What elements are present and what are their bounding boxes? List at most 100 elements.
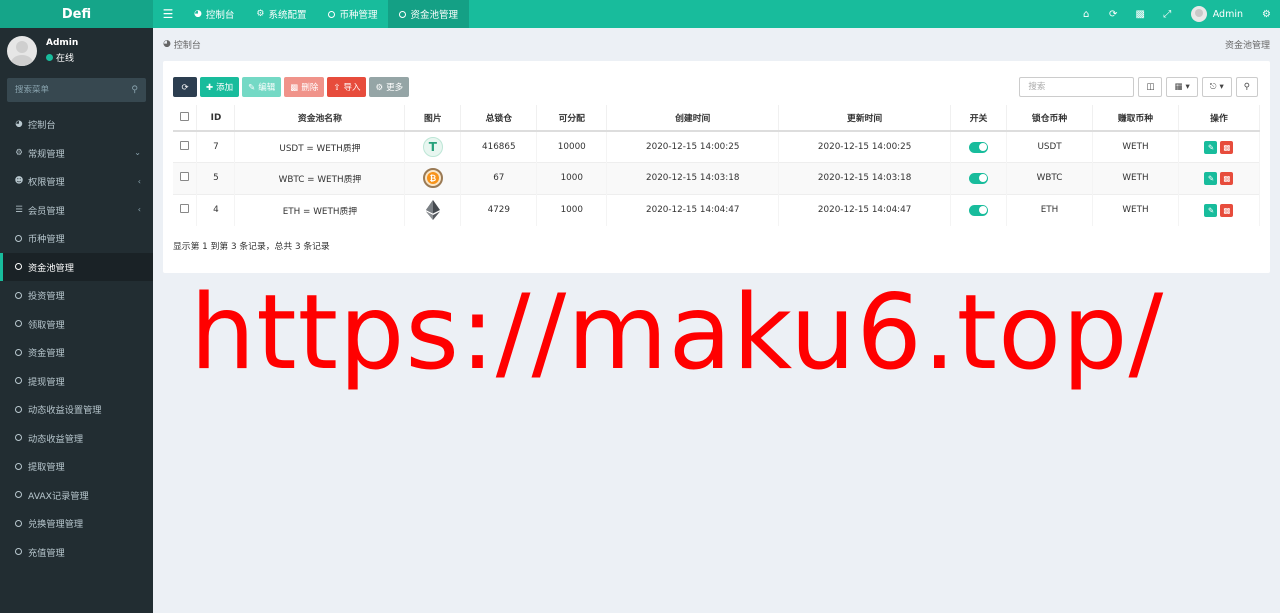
refresh-button[interactable]: ⟳ [173, 77, 197, 97]
sidebar-item-dashboard[interactable]: ◕ 控制台 [0, 110, 153, 139]
table-row[interactable]: 5 WBTC = WETH质押 ₿ 67 1000 2020-12-15 14:… [173, 162, 1261, 194]
top-right-tools: ⌂ ⟳ ▩ ⤢ Admin ⚙ [1073, 0, 1280, 28]
sidebar-item-recharge[interactable]: 充值管理 [0, 538, 153, 567]
delete-row-button[interactable]: ▩ [1220, 203, 1234, 217]
row-checkbox[interactable] [180, 141, 190, 150]
table-row[interactable]: 4 ETH = WETH质押 4729 1000 2020-12-15 14:0… [173, 193, 1261, 226]
sidebar-item-claims[interactable]: 领取管理 [0, 310, 153, 339]
tab-dashboard[interactable]: ◕ 控制台 [183, 0, 245, 28]
column-header[interactable]: 资金池名称 [234, 105, 406, 132]
cell-total: 416865 [460, 130, 538, 163]
sidebar-item-dynamic-settings[interactable]: 动态收益设置管理 [0, 395, 153, 424]
delete-row-button[interactable]: ▩ [1220, 171, 1234, 185]
status-toggle[interactable] [969, 141, 989, 153]
row-select-cell [173, 193, 198, 226]
column-header[interactable]: 可分配 [536, 105, 608, 132]
settings-icon[interactable]: ⚙ [1253, 0, 1280, 28]
cell-actions: ✎ ▩ [1178, 193, 1261, 226]
edit-button[interactable]: ✎ 编辑 [242, 77, 282, 97]
refresh-icon[interactable]: ⟳ [1100, 0, 1127, 28]
sidebar-item-withdrawals[interactable]: 提现管理 [0, 367, 153, 396]
status-toggle[interactable] [969, 172, 989, 184]
cell-updated: 2020-12-15 14:04:47 [778, 193, 952, 226]
cell-created: 2020-12-15 14:03:18 [606, 162, 780, 194]
row-checkbox[interactable] [180, 172, 190, 182]
table-tools: ◫ ▦▾ ⎋▾ ⚲ [1019, 77, 1258, 97]
sidebar-item-dynamic-income[interactable]: 动态收益管理 [0, 424, 153, 453]
home-icon[interactable]: ⌂ [1073, 0, 1100, 28]
sidebar-item-permissions[interactable]: ☻ 权限管理 ‹ [0, 167, 153, 196]
trash-icon[interactable]: ▩ [1127, 0, 1154, 28]
column-header[interactable]: 开关 [950, 105, 1008, 132]
cell-lock-coin: WBTC [1006, 162, 1093, 194]
circle-icon [15, 434, 22, 442]
sidebar-item-exchange[interactable]: 兑换管理管理 [0, 509, 153, 538]
status-toggle[interactable] [969, 204, 989, 216]
sidebar-item-label: 动态收益设置管理 [28, 405, 102, 417]
column-header[interactable]: 赚取币种 [1092, 105, 1179, 132]
table-search-input[interactable] [1019, 77, 1135, 97]
search-icon[interactable]: ⚲ [131, 85, 138, 95]
edit-row-button[interactable]: ✎ [1204, 171, 1218, 185]
sidebar-item-general[interactable]: ⚙ 常规管理 ⌄ [0, 139, 153, 168]
app-logo[interactable]: Defi [0, 0, 153, 28]
column-header[interactable]: 更新时间 [778, 105, 952, 132]
sidebar-item-pools[interactable]: 资金池管理 [0, 252, 153, 281]
usdt-coin-icon[interactable]: T [422, 137, 443, 157]
sidebar-item-extract[interactable]: 提取管理 [0, 452, 153, 481]
tab-system-config[interactable]: ⚙ 系统配置 [245, 0, 317, 28]
menu-search-input[interactable] [15, 85, 132, 95]
import-button[interactable]: ⇧ 导入 [327, 77, 367, 97]
column-header[interactable]: 图片 [404, 105, 462, 132]
more-button[interactable]: ⚙ 更多 [369, 77, 410, 97]
tab-pool-management[interactable]: 资金池管理 [388, 0, 469, 28]
select-all-checkbox[interactable] [180, 111, 190, 121]
advanced-search-button[interactable]: ⚲ [1235, 77, 1258, 97]
eth-coin-icon[interactable] [425, 200, 440, 220]
circle-icon [15, 348, 22, 356]
edit-label: 编辑 [258, 82, 276, 92]
grid-icon: ▦ [1174, 82, 1183, 92]
fullscreen-icon[interactable]: ⤢ [1154, 0, 1181, 28]
delete-button[interactable]: ▩ 删除 [284, 77, 325, 97]
columns-dropdown[interactable]: ▦ ▾ [1166, 77, 1198, 97]
column-header[interactable]: 锁仓币种 [1006, 105, 1093, 132]
delete-row-button[interactable]: ▩ [1220, 140, 1234, 154]
row-select-cell [173, 162, 198, 194]
breadcrumb-home[interactable]: 控制台 [174, 38, 201, 51]
sidebar-item-label: 领取管理 [28, 319, 65, 331]
columns-icon: ◫ [1146, 82, 1155, 92]
edit-row-button[interactable]: ✎ [1204, 203, 1218, 217]
column-header[interactable]: 创建时间 [606, 105, 780, 132]
user-status: 在线 [46, 51, 78, 64]
toggle-view-button[interactable]: ◫ [1138, 77, 1163, 97]
column-header[interactable]: ID [196, 105, 236, 132]
watermark-url: https://maku6.top/ [190, 273, 1165, 393]
menu-toggle-icon[interactable]: ☰ [153, 0, 183, 28]
btc-symbol: ₿ [426, 172, 439, 185]
sidebar-item-label: 兑换管理管理 [28, 519, 84, 531]
user-menu[interactable]: Admin [1181, 0, 1253, 28]
cogs-icon: ⚙ [15, 147, 23, 158]
export-dropdown[interactable]: ⎋ ▾ [1201, 77, 1232, 97]
top-tabs: ☰ ◕ 控制台 ⚙ 系统配置 币种管理 资金池管理 [153, 0, 469, 28]
btc-coin-icon[interactable]: ₿ [422, 168, 443, 189]
cell-alloc: 1000 [536, 162, 608, 194]
sidebar-item-coins[interactable]: 币种管理 [0, 224, 153, 253]
sidebar-item-funds[interactable]: 资金管理 [0, 338, 153, 367]
column-header[interactable]: 总锁仓 [460, 105, 538, 132]
add-button[interactable]: ✚ 添加 [200, 77, 240, 97]
circle-icon [15, 519, 22, 527]
tab-coin-management[interactable]: 币种管理 [317, 0, 388, 28]
sidebar-item-members[interactable]: ☰ 会员管理 ‹ [0, 196, 153, 225]
export-icon: ⎋ [1209, 82, 1217, 92]
row-checkbox[interactable] [180, 204, 190, 213]
breadcrumb-current: 资金池管理 [1224, 40, 1270, 51]
sidebar-item-avax[interactable]: AVAX记录管理 [0, 481, 153, 510]
cell-image: ₿ [404, 162, 462, 194]
edit-row-button[interactable]: ✎ [1204, 140, 1218, 154]
table-row[interactable]: 7 USDT = WETH质押 T 416865 10000 2020-12-1… [173, 130, 1261, 163]
sidebar-item-label: 动态收益管理 [28, 433, 84, 445]
sidebar-menu: ◕ 控制台 ⚙ 常规管理 ⌄ ☻ 权限管理 ‹ ☰ 会员管理 ‹ 币种管理 资金池管理 投资管… [0, 110, 153, 566]
sidebar-item-investments[interactable]: 投资管理 [0, 281, 153, 310]
